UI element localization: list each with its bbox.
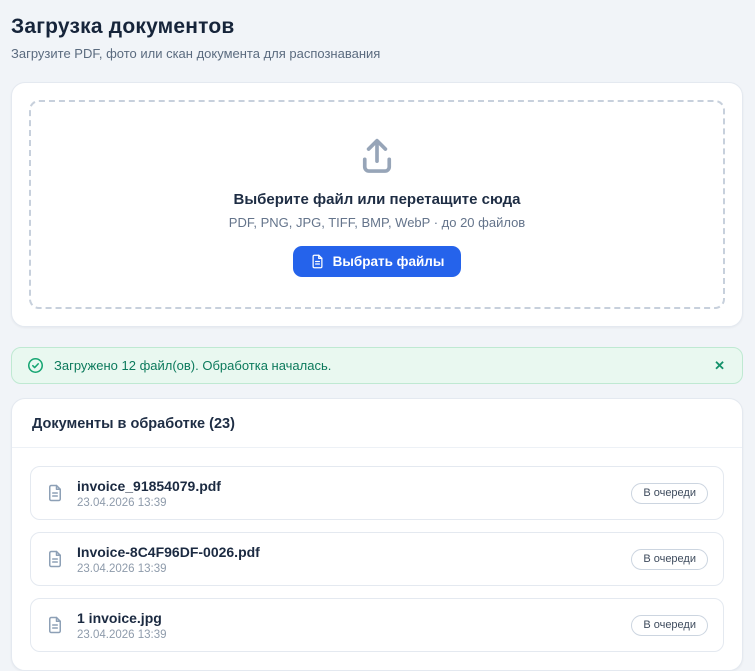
upload-success-alert: Загружено 12 файл(ов). Обработка началас… [11,347,743,384]
alert-close-button[interactable]: ✕ [712,357,727,374]
document-meta: 1 invoice.jpg 23.04.2026 13:39 [77,610,167,641]
document-meta: invoice_91854079.pdf 23.04.2026 13:39 [77,478,221,509]
document-list-item[interactable]: Invoice-8C4F96DF-0026.pdf 23.04.2026 13:… [30,532,724,586]
document-icon [312,254,323,269]
upload-icon [362,138,392,173]
document-date: 23.04.2026 13:39 [77,496,167,509]
alert-message: Загружено 12 файл(ов). Обработка началас… [54,358,332,373]
document-name: 1 invoice.jpg [77,609,162,626]
document-list: invoice_91854079.pdf 23.04.2026 13:39 В … [12,448,742,670]
status-badge: В очереди [631,548,708,570]
dropzone-headline: Выберите файл или перетащите сюда [233,191,521,208]
file-icon [49,484,61,502]
document-date: 23.04.2026 13:39 [77,562,167,575]
status-badge: В очереди [631,614,708,636]
file-dropzone[interactable]: Выберите файл или перетащите сюда PDF, P… [29,100,725,309]
page-title: Загрузка документов [11,15,235,38]
upload-page: Загрузка документов Загрузите PDF, фото … [0,0,755,671]
document-date: 23.04.2026 13:39 [77,628,167,641]
document-list-item[interactable]: 1 invoice.jpg 23.04.2026 13:39 В очереди [30,598,724,652]
file-icon [49,550,61,568]
document-name: invoice_91854079.pdf [77,477,221,494]
document-name: Invoice-8C4F96DF-0026.pdf [77,543,260,560]
file-icon [49,616,61,634]
upload-card: Выберите файл или перетащите сюда PDF, P… [11,82,743,327]
status-badge: В очереди [631,482,708,504]
processing-card: Документы в обработке (23) invoice_91854… [11,398,743,671]
document-list-item[interactable]: invoice_91854079.pdf 23.04.2026 13:39 В … [30,466,724,520]
document-meta: Invoice-8C4F96DF-0026.pdf 23.04.2026 13:… [77,544,260,575]
choose-files-button[interactable]: Выбрать файлы [292,246,462,277]
check-circle-icon [27,357,44,374]
processing-header: Документы в обработке (23) [12,399,742,448]
dropzone-formats: PDF, PNG, JPG, TIFF, BMP, WebP · до 20 ф… [228,215,526,230]
page-subtitle: Загрузите PDF, фото или скан документа д… [11,46,381,61]
choose-files-label: Выбрать файлы [332,254,445,269]
processing-heading: Документы в обработке (23) [32,416,235,432]
